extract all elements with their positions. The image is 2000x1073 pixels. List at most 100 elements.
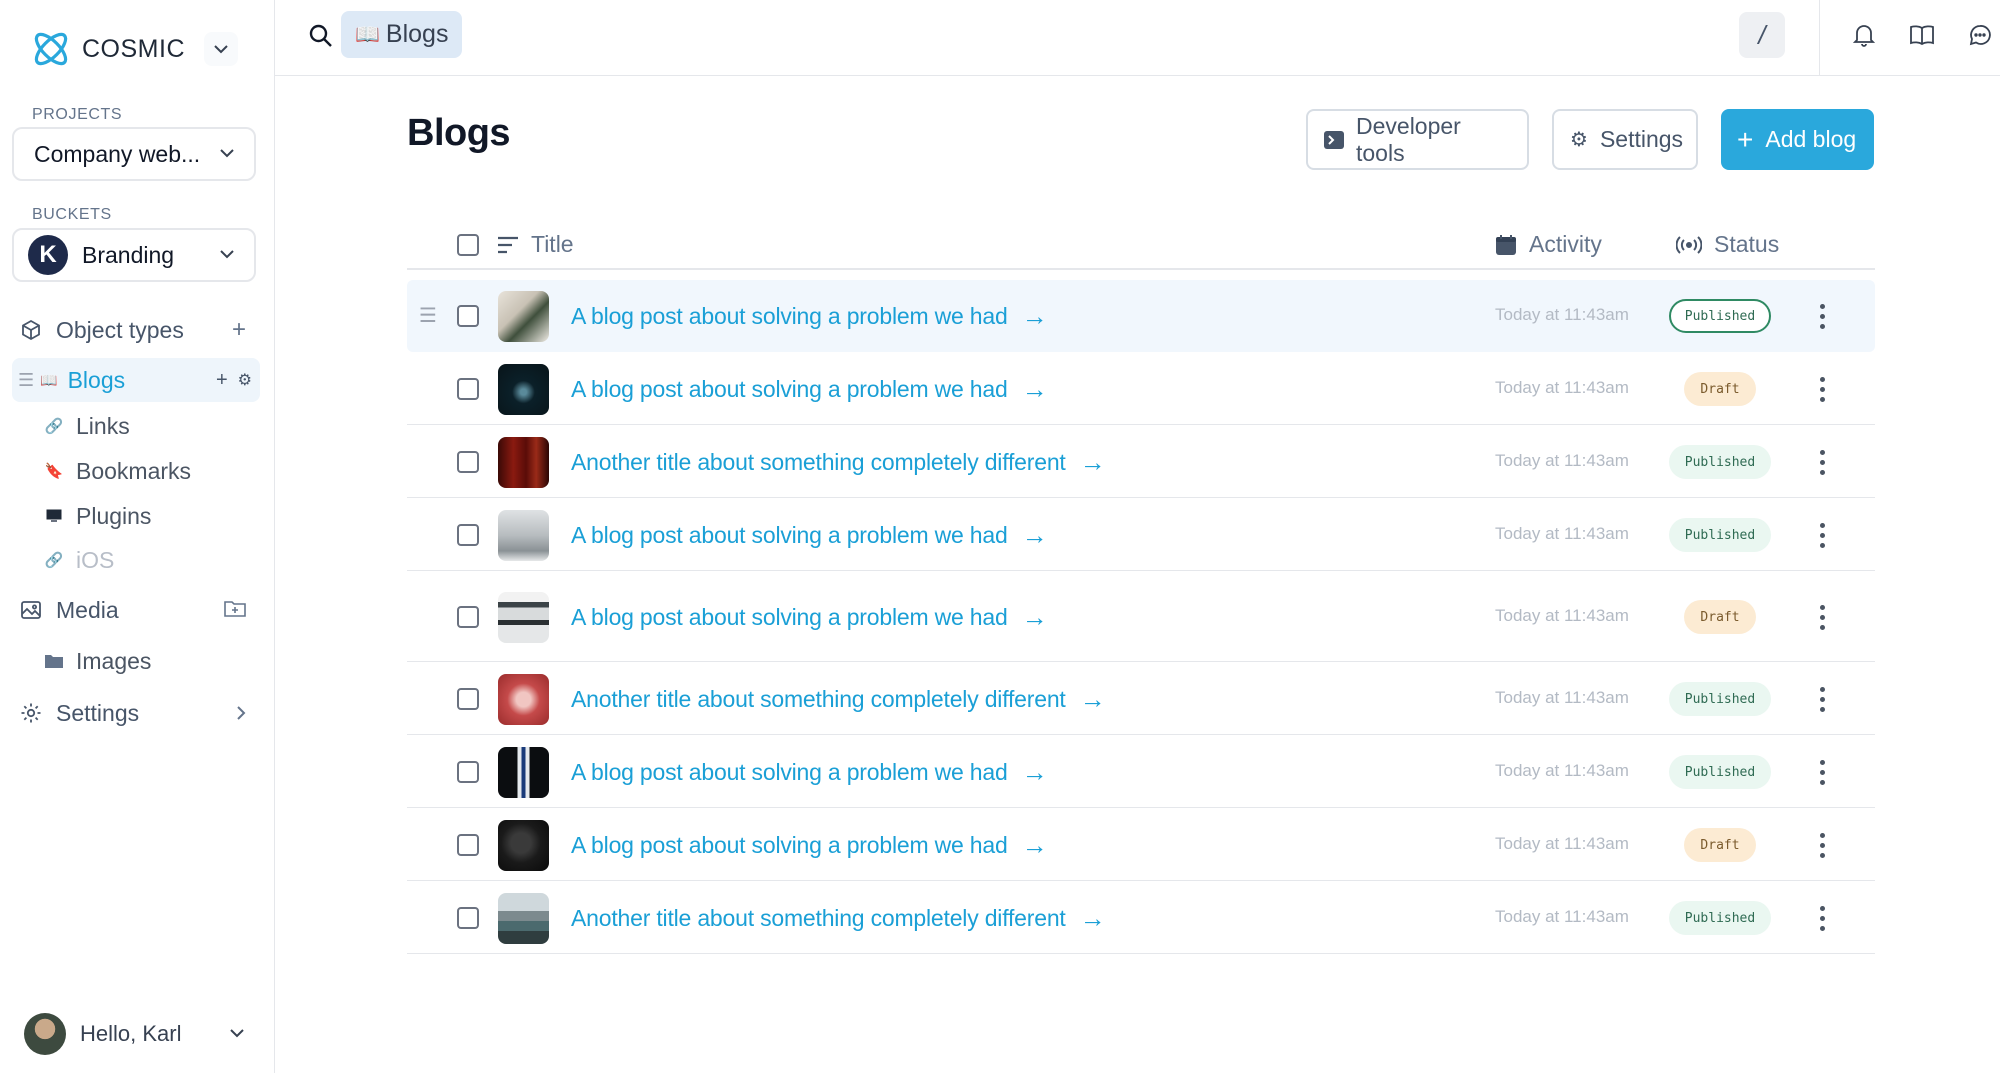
more-options-icon[interactable]: [1812, 906, 1832, 931]
sidebar-item-images[interactable]: Images: [44, 641, 254, 681]
breadcrumb[interactable]: 📖 Blogs: [341, 11, 463, 58]
more-options-icon[interactable]: [1812, 687, 1832, 712]
arrow-right-icon: →: [1021, 830, 1048, 860]
sidebar-item-plugins[interactable]: Plugins: [44, 496, 254, 536]
divider: [1819, 0, 1820, 76]
sidebar-item-links[interactable]: 🔗 Links: [44, 406, 254, 446]
more-options-icon[interactable]: [1812, 377, 1832, 402]
arrow-right-icon: →: [1021, 520, 1048, 550]
row-checkbox[interactable]: [457, 524, 479, 546]
bucket-select[interactable]: K Branding: [12, 228, 256, 282]
table-row[interactable]: A blog post about solving a problem we h…: [407, 572, 1875, 662]
chevron-down-icon[interactable]: [204, 32, 238, 66]
row-checkbox[interactable]: [457, 688, 479, 710]
row-checkbox[interactable]: [457, 305, 479, 327]
status-badge: Draft: [1684, 828, 1756, 862]
table-row[interactable]: Another title about something completely…: [407, 426, 1875, 498]
table-header: Title Activity Status: [407, 222, 1875, 270]
row-thumbnail: [498, 291, 549, 342]
row-checkbox[interactable]: [457, 834, 479, 856]
drag-handle-icon[interactable]: ☰: [18, 370, 34, 391]
bucket-name: Branding: [82, 241, 175, 268]
sidebar-item-bookmarks[interactable]: 🔖 Bookmarks: [44, 451, 254, 491]
command-shortcut-button[interactable]: /: [1739, 12, 1785, 58]
row-title-link[interactable]: Another title about something completely…: [571, 903, 1106, 934]
column-title[interactable]: Title: [497, 231, 574, 258]
status-badge: Published: [1669, 682, 1771, 716]
broadcast-icon: [1676, 235, 1702, 255]
add-folder-icon[interactable]: [224, 596, 246, 624]
row-title-link[interactable]: A blog post about solving a problem we h…: [571, 301, 1048, 332]
bell-icon[interactable]: [1849, 20, 1879, 50]
table-row[interactable]: A blog post about solving a problem we h…: [407, 736, 1875, 808]
more-options-icon[interactable]: [1812, 450, 1832, 475]
add-icon[interactable]: +: [216, 369, 228, 392]
row-activity: Today at 11:43am: [1495, 451, 1629, 470]
column-status[interactable]: Status: [1676, 231, 1779, 258]
project-select[interactable]: Company web...: [12, 127, 256, 181]
drag-handle-icon[interactable]: ☰: [419, 306, 439, 326]
docs-book-icon[interactable]: [1907, 20, 1937, 50]
table-row[interactable]: ☰ A blog post about solving a problem we …: [407, 280, 1875, 352]
settings-label: Settings: [56, 699, 140, 726]
topbar: 📖 Blogs /: [275, 0, 2000, 76]
sidebar-item-label: Links: [76, 412, 130, 439]
settings-button[interactable]: ⚙ Settings: [1552, 109, 1698, 170]
media-header[interactable]: Media: [12, 588, 260, 632]
gear-icon[interactable]: ⚙: [238, 370, 252, 390]
link-icon: 🔗: [44, 418, 64, 435]
more-options-icon[interactable]: [1812, 760, 1832, 785]
row-title-link[interactable]: A blog post about solving a problem we h…: [571, 830, 1048, 861]
arrow-right-icon: →: [1021, 301, 1048, 331]
column-activity[interactable]: Activity: [1495, 231, 1602, 258]
row-checkbox[interactable]: [457, 378, 479, 400]
gear-icon: ⚙: [1570, 129, 1588, 151]
chat-icon[interactable]: [1965, 20, 1995, 50]
row-title-link[interactable]: A blog post about solving a problem we h…: [571, 757, 1048, 788]
column-status-label: Status: [1714, 231, 1780, 257]
sidebar-item-ios[interactable]: 🔗 iOS: [44, 540, 254, 580]
table-row[interactable]: A blog post about solving a problem we h…: [407, 499, 1875, 571]
add-object-type-icon[interactable]: +: [232, 316, 246, 344]
chevron-right-icon[interactable]: [237, 699, 246, 727]
more-options-icon[interactable]: [1812, 833, 1832, 858]
add-blog-button[interactable]: + Add blog: [1721, 109, 1874, 170]
row-activity: Today at 11:43am: [1495, 606, 1629, 625]
select-all-checkbox[interactable]: [457, 234, 479, 256]
more-options-icon[interactable]: [1812, 523, 1832, 548]
row-checkbox[interactable]: [457, 606, 479, 628]
settings-header[interactable]: Settings: [12, 691, 260, 735]
row-checkbox[interactable]: [457, 451, 479, 473]
sidebar-item-blogs[interactable]: ☰ 📖 Blogs + ⚙: [12, 358, 260, 402]
more-options-icon[interactable]: [1812, 605, 1832, 630]
row-checkbox[interactable]: [457, 761, 479, 783]
object-types-header[interactable]: Object types +: [12, 308, 260, 352]
row-title-link[interactable]: A blog post about solving a problem we h…: [571, 602, 1048, 633]
row-title-link[interactable]: A blog post about solving a problem we h…: [571, 374, 1048, 405]
table-row[interactable]: Another title about something completely…: [407, 663, 1875, 735]
row-title-link[interactable]: Another title about something completely…: [571, 684, 1106, 715]
developer-tools-button[interactable]: Developer tools: [1306, 109, 1529, 170]
row-thumbnail: [498, 364, 549, 415]
user-menu[interactable]: Hello, Karl: [24, 1012, 244, 1056]
breadcrumb-label: Blogs: [385, 20, 449, 48]
row-thumbnail: [498, 510, 549, 561]
table-row[interactable]: Another title about something completely…: [407, 882, 1875, 954]
chevron-down-icon: [230, 1025, 244, 1043]
search-icon[interactable]: [307, 22, 335, 50]
sidebar-item-label: Plugins: [76, 502, 152, 529]
table-row[interactable]: A blog post about solving a problem we h…: [407, 809, 1875, 881]
folder-icon: [44, 654, 64, 668]
brand[interactable]: COSMIC: [28, 26, 238, 72]
gear-icon: [18, 700, 44, 726]
cosmic-logo-icon: [34, 32, 68, 66]
more-options-icon[interactable]: [1812, 304, 1832, 329]
row-checkbox[interactable]: [457, 907, 479, 929]
row-title-link[interactable]: Another title about something completely…: [571, 447, 1106, 478]
row-activity: Today at 11:43am: [1495, 907, 1629, 926]
table-row[interactable]: A blog post about solving a problem we h…: [407, 353, 1875, 425]
row-activity: Today at 11:43am: [1495, 761, 1629, 780]
row-title-link[interactable]: A blog post about solving a problem we h…: [571, 520, 1048, 551]
buckets-label: BUCKETS: [32, 206, 112, 223]
row-activity: Today at 11:43am: [1495, 834, 1629, 853]
